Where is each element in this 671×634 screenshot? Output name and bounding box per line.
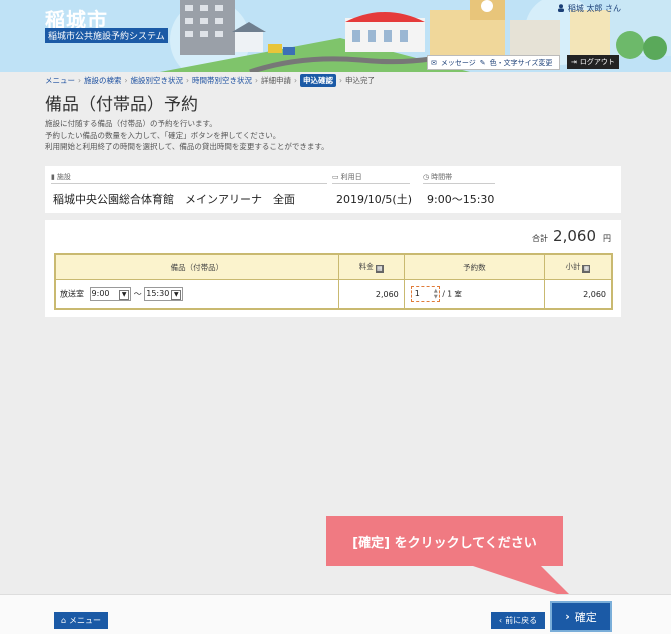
breadcrumb-current: 申込確認 [300, 74, 336, 87]
date-value: 2019/10/5(土) [336, 193, 412, 206]
clock-icon: ◷ [423, 173, 430, 181]
building-icon: ▮ [51, 173, 55, 181]
breadcrumb-separator-icon: › [124, 76, 128, 85]
logout-button[interactable]: ⇥ ログアウト [567, 55, 619, 69]
breadcrumb-search[interactable]: 施設の検索 [84, 75, 122, 86]
quantity-suffix: / 1 室 [442, 289, 462, 299]
equipment-name: 放送室 [60, 289, 84, 299]
calculator-icon: ▦ [582, 265, 591, 273]
system-name[interactable]: 稲城市公共施設予約システム [45, 28, 168, 43]
site-header: 稲城市 稲城市公共施設予約システム 稲城 太郎 さん ✉ メッセージ ✎ 色・文… [0, 0, 671, 72]
footer-bar: ⌂ メニュー ‹ 前に戻る › 確定 [0, 594, 671, 634]
breadcrumb-separator-icon: › [294, 76, 297, 85]
chevron-right-icon: › [565, 610, 570, 623]
description-line: 施設に付随する備品（付帯品）の予約を行います。 [45, 119, 217, 128]
quantity-input[interactable]: 1 ▲ ▼ [410, 286, 440, 302]
total-value: 2,060 [553, 227, 596, 245]
tilde: ～ [133, 289, 142, 299]
total-label: 合計 [532, 234, 549, 243]
divider [332, 183, 410, 184]
equipment-table: 備品（付帯品） 料金 ▦ 予約数 小計 ▦ 放送室 9:00 ▼ ～ 15:30 ▼ … [54, 253, 613, 310]
table-header-row: 備品（付帯品） 料金 ▦ 予約数 小計 ▦ [54, 253, 613, 280]
equipment-name-cell: 放送室 9:00 ▼ ～ 15:30 ▼ [54, 279, 339, 310]
breadcrumb-separator-icon: › [78, 76, 81, 85]
confirm-button-label: 確定 [574, 610, 597, 624]
callout-text: [確定] をクリックしてください [352, 535, 537, 551]
chevron-left-icon: ‹ [498, 616, 503, 625]
pencil-icon: ✎ [479, 58, 486, 67]
breadcrumb-complete: 申込完了 [345, 76, 375, 85]
fee-cell: 2,060 [337, 279, 405, 310]
facility-value: 稲城中央公園総合体育館 メインアリーナ 全面 [53, 193, 295, 206]
breadcrumb-separator-icon: › [255, 76, 258, 85]
logout-label: ログアウト [579, 58, 615, 66]
instruction-callout: [確定] をクリックしてください [326, 516, 563, 566]
page-description: 施設に付随する備品（付帯品）の予約を行います。 予約したい備品の数量を入力して、… [45, 118, 329, 153]
menu-button-label: メニュー [69, 616, 102, 625]
divider [423, 183, 495, 184]
equipment-panel: 合計 2,060 円 備品（付帯品） 料金 ▦ 予約数 小計 ▦ 放送室 9:00 … [45, 220, 621, 317]
page-title: 備品（付帯品）予約 [45, 95, 198, 115]
date-label: ▭ 利用日 [332, 173, 362, 181]
breadcrumb-menu[interactable]: メニュー [45, 75, 75, 86]
reservation-summary-panel: ▮ 施設 稲城中央公園総合体育館 メインアリーナ 全面 ▭ 利用日 2019/10/… [45, 166, 621, 213]
header-qty: 予約数 [403, 253, 545, 280]
breadcrumb-facility-availability[interactable]: 施設別空き状況 [131, 75, 184, 86]
message-icon: ✉ [431, 58, 437, 67]
calculator-icon: ▦ [375, 265, 384, 273]
time-label: ◷ 時間帯 [423, 173, 453, 181]
header-subtotal: 小計 ▦ [543, 253, 613, 280]
chevron-down-icon: ▼ [119, 290, 130, 300]
back-button[interactable]: ‹ 前に戻る [491, 612, 545, 629]
breadcrumb-separator-icon: › [186, 76, 189, 85]
description-line: 利用開始と利用終了の時間を選択して、備品の貸出時間を変更することができます。 [45, 142, 329, 151]
breadcrumb: メニュー › 施設の検索 › 施設別空き状況 › 時間帯別空き状況 › 詳細申請 › 申込… [45, 74, 375, 87]
calendar-icon: ▭ [332, 173, 339, 181]
user-info: 稲城 太郎 さん [557, 3, 621, 14]
table-row: 放送室 9:00 ▼ ～ 15:30 ▼ 2,060 1 ▲ ▼ / 1 室 2,06… [54, 279, 613, 310]
home-icon: ⌂ [60, 616, 67, 625]
total-amount: 合計 2,060 円 [532, 227, 611, 245]
time-value: 9:00～15:30 [427, 193, 495, 206]
header-utility-buttons: ✉ メッセージ ✎ 色・文字サイズ変更 [427, 55, 561, 70]
divider [51, 183, 327, 184]
quantity-stepper-icon[interactable]: ▲ ▼ [434, 288, 438, 300]
description-line: 予約したい備品の数量を入力して、「確定」ボタンを押してください。 [45, 130, 281, 140]
message-link[interactable]: メッセージ [441, 58, 476, 68]
qty-cell: 1 ▲ ▼ / 1 室 [403, 279, 545, 310]
logout-icon: ⇥ [571, 58, 577, 66]
end-time-select[interactable]: 15:30 ▼ [144, 287, 184, 301]
total-unit: 円 [603, 234, 611, 243]
menu-button[interactable]: ⌂ メニュー [54, 612, 108, 629]
breadcrumb-separator-icon: › [339, 76, 342, 85]
header-fee: 料金 ▦ [337, 253, 405, 280]
user-icon [558, 4, 565, 12]
confirm-button[interactable]: › 確定 [552, 603, 610, 630]
start-time-select[interactable]: 9:00 ▼ [89, 287, 132, 301]
chevron-down-icon: ▼ [171, 290, 182, 300]
breadcrumb-detail: 詳細申請 [261, 76, 291, 85]
facility-label: ▮ 施設 [51, 173, 71, 181]
header-equipment: 備品（付帯品） [54, 253, 339, 280]
breadcrumb-time-availability[interactable]: 時間帯別空き状況 [192, 75, 252, 86]
subtotal-cell: 2,060 [543, 279, 613, 310]
user-name: 稲城 太郎 さん [567, 4, 621, 13]
text-size-link[interactable]: 色・文字サイズ変更 [490, 58, 553, 68]
back-button-label: 前に戻る [505, 616, 538, 625]
